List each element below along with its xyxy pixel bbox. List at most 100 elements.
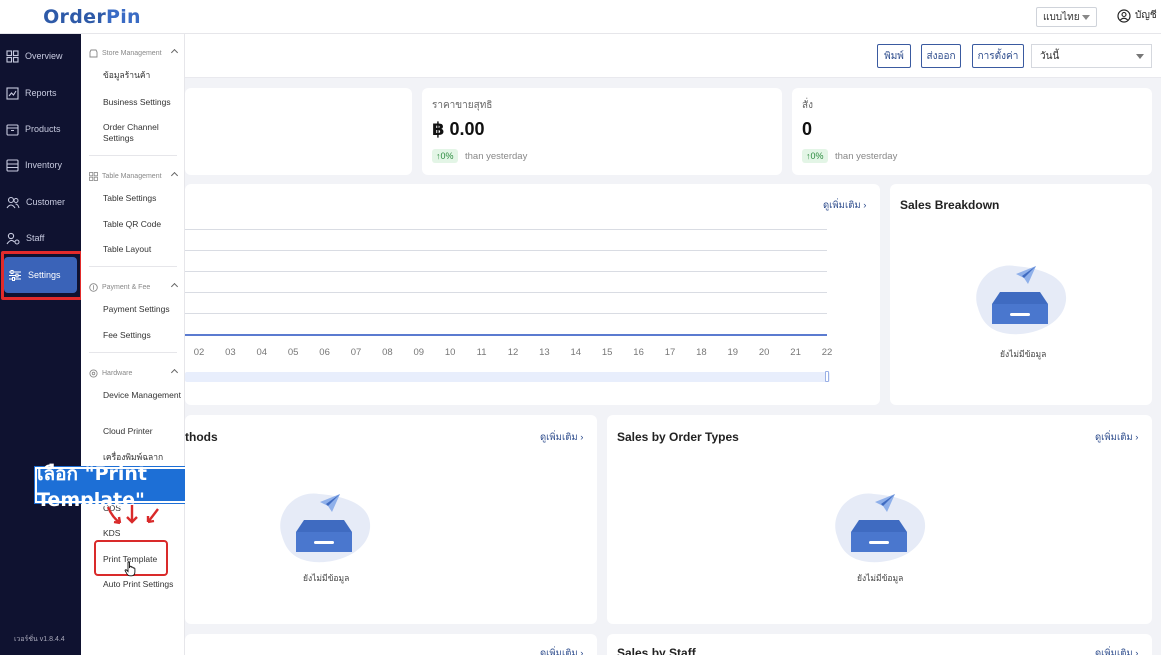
x-tick-label: 06 <box>319 347 330 358</box>
top-bar: OrderPin แบบไทย บัญชี <box>0 0 1161 34</box>
nav-staff[interactable]: Staff <box>0 223 81 253</box>
x-tick-label: 03 <box>225 347 236 358</box>
stat-compare: than yesterday <box>835 151 898 162</box>
section-title: Payment & Fee <box>102 284 151 291</box>
print-button[interactable]: พิมพ์ <box>877 44 911 68</box>
chart-gridline <box>185 292 827 293</box>
nav-customer[interactable]: Customer <box>0 187 81 217</box>
box-icon <box>6 123 19 136</box>
submenu-table-layout[interactable]: Table Layout <box>103 244 181 255</box>
user-gear-icon <box>6 232 20 244</box>
submenu-device-management[interactable]: Device Management <box>103 390 181 401</box>
chevron-down-icon <box>1082 15 1090 20</box>
submenu-order-channel-settings[interactable]: Order Channel Settings <box>103 122 181 144</box>
section-table-management[interactable]: Table Management <box>89 171 179 181</box>
red-arrows-icon <box>106 505 159 525</box>
nav-reports[interactable]: Reports <box>0 78 81 108</box>
x-tick-label: 11 <box>476 347 487 358</box>
divider <box>89 155 177 156</box>
submenu-store-info[interactable]: ข้อมูลร้านค้า <box>103 70 181 81</box>
section-title: Hardware <box>102 370 133 377</box>
payment-methods-card: thods ดูเพิ่มเติม › ยังไม่มีข้อมูล <box>185 415 597 624</box>
hand-pointer-icon <box>124 561 136 577</box>
bottom-left-card: ดูเพิ่มเติม › <box>185 634 597 655</box>
x-tick-label: 20 <box>758 347 770 358</box>
submenu-auto-print-settings[interactable]: Auto Print Settings <box>103 579 181 590</box>
chart-gridline <box>185 229 827 230</box>
nav-label: Products <box>25 124 61 134</box>
nav-label: Overview <box>25 51 63 61</box>
sales-by-staff-card: Sales by Staff ดูเพิ่มเติม › <box>607 634 1152 655</box>
chart-icon <box>6 86 19 100</box>
users-icon <box>6 196 20 208</box>
export-button[interactable]: ส่งออก <box>921 44 961 68</box>
logo-text: OrderPin <box>43 6 141 28</box>
submenu-payment-settings[interactable]: Payment Settings <box>103 304 181 315</box>
date-range-select[interactable]: วันนี้ <box>1031 44 1152 68</box>
chart-gridline <box>185 271 827 272</box>
x-tick-label: 14 <box>570 347 582 358</box>
chart-gridline <box>185 250 827 251</box>
empty-inbox-icon <box>280 493 371 563</box>
nav-label: Staff <box>26 233 45 243</box>
sales-chart-card: ดูเพิ่มเติม › 02 03 04 05 06 07 08 09 10 11 12 13 14… <box>185 184 880 405</box>
settings-button[interactable]: การตั้งค่า <box>972 44 1024 68</box>
chart-range-handle[interactable] <box>825 371 829 382</box>
section-store-management[interactable]: Store Management <box>89 48 179 58</box>
empty-state-text: ยังไม่มีข้อมูล <box>857 573 904 583</box>
stat-label: ราคาขายสุทธิ <box>432 100 493 111</box>
section-title: Table Management <box>102 173 162 180</box>
section-payment-fee[interactable]: Payment & Fee <box>89 282 179 292</box>
see-more-link[interactable]: ดูเพิ่มเติม › <box>540 646 583 655</box>
divider <box>89 266 177 267</box>
nav-inventory[interactable]: Inventory <box>0 150 81 180</box>
submenu-table-settings[interactable]: Table Settings <box>103 193 181 204</box>
date-range-value: วันนี้ <box>1040 50 1060 62</box>
card-title: Sales Breakdown <box>900 198 1000 212</box>
sales-breakdown-card: Sales Breakdown ยังไม่มีข้อมูล <box>890 184 1152 405</box>
x-tick-label: 12 <box>507 347 519 358</box>
chart-range-scrollbar[interactable] <box>185 372 830 382</box>
see-more-link[interactable]: ดูเพิ่มเติม › <box>540 430 583 445</box>
x-tick-label: 22 <box>821 347 833 358</box>
chevron-up-icon <box>170 282 179 291</box>
order-types-card: Sales by Order Types ดูเพิ่มเติม › ยังไม… <box>607 415 1152 624</box>
account-menu[interactable]: บัญชี <box>1117 8 1157 23</box>
see-more-link[interactable]: ดูเพิ่มเติม › <box>1095 646 1138 655</box>
logo[interactable]: OrderPin <box>0 0 184 34</box>
x-tick-label: 17 <box>664 347 676 358</box>
nav-overview[interactable]: Overview <box>0 41 81 71</box>
empty-state-text: ยังไม่มีข้อมูล <box>1000 349 1047 359</box>
stat-value: ฿ 0.00 <box>432 119 485 139</box>
x-tick-label: 16 <box>633 347 644 358</box>
settings-highlight-box <box>1 251 83 300</box>
language-select[interactable]: แบบไทย <box>1036 7 1097 27</box>
stat-card-partial <box>185 88 412 175</box>
x-tick-label: 07 <box>350 347 362 358</box>
dashboard-toolbar: พิมพ์ ส่งออก การตั้งค่า วันนี้ <box>185 34 1161 78</box>
nav-label: Customer <box>26 197 66 207</box>
card-title: Sales by Order Types <box>617 430 739 444</box>
coin-icon <box>89 283 98 292</box>
nav-label: Inventory <box>25 160 63 170</box>
x-tick-label: 08 <box>382 347 393 358</box>
submenu-fee-settings[interactable]: Fee Settings <box>103 330 181 341</box>
empty-inbox-icon <box>835 493 926 563</box>
submenu-table-qr-code[interactable]: Table QR Code <box>103 219 181 230</box>
submenu-cloud-printer[interactable]: Cloud Printer <box>103 426 181 437</box>
section-hardware[interactable]: Hardware <box>89 368 179 378</box>
empty-inbox-icon <box>976 265 1067 335</box>
section-title: Store Management <box>102 50 162 57</box>
nav-products[interactable]: Products <box>0 114 81 144</box>
submenu-business-settings[interactable]: Business Settings <box>103 97 181 108</box>
see-more-link[interactable]: ดูเพิ่มเติม › <box>1095 430 1138 445</box>
empty-state-text: ยังไม่มีข้อมูล <box>303 573 350 583</box>
gear-icon <box>89 369 98 378</box>
card-title: thods <box>185 430 218 444</box>
grid-icon <box>6 49 19 63</box>
stat-label: สั่ง <box>802 100 813 111</box>
stat-compare: than yesterday <box>465 151 528 162</box>
dashboard-main: พิมพ์ ส่งออก การตั้งค่า วันนี้ ราคาขายสุ… <box>185 34 1161 655</box>
x-tick-label: 04 <box>256 347 268 358</box>
divider <box>89 352 177 353</box>
